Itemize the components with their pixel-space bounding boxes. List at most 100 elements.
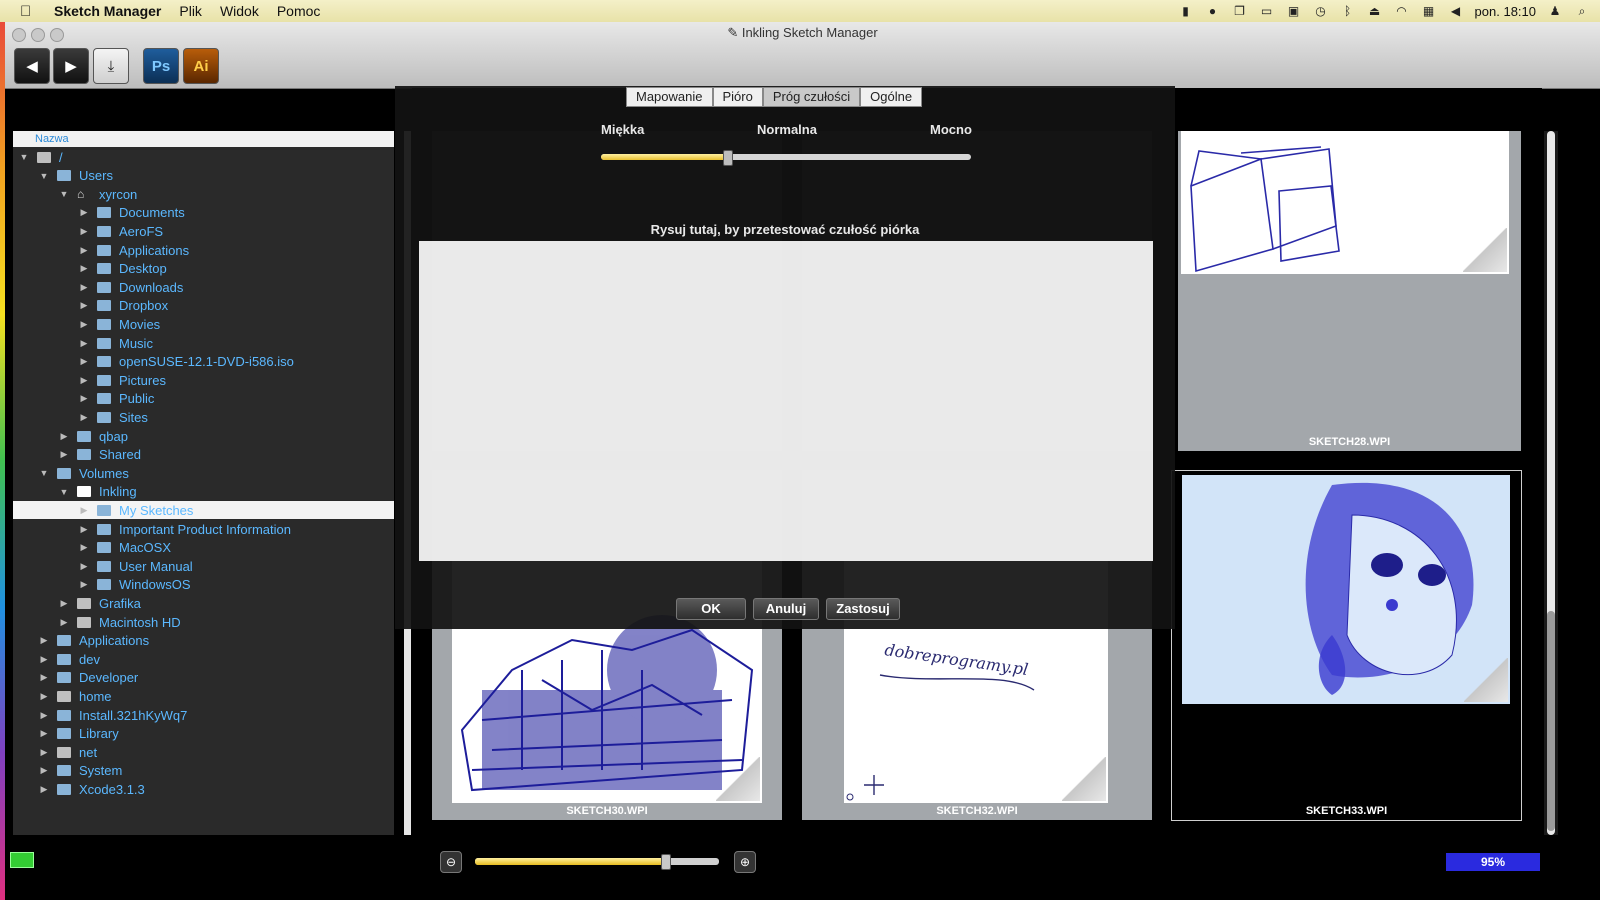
sidebar-item[interactable]: ▶ Movies <box>13 315 394 333</box>
sidebar-item[interactable]: ▶ Documents <box>13 204 394 222</box>
sidebar-item[interactable]: ▶ qbap <box>13 427 394 445</box>
windows-icon[interactable]: ❐ <box>1232 4 1248 18</box>
sensitivity-slider[interactable] <box>601 150 971 166</box>
disclosure-open-icon[interactable]: ▼ <box>39 171 49 181</box>
zoom-slider[interactable] <box>475 854 719 870</box>
disclosure-closed-icon[interactable]: ▶ <box>39 747 49 758</box>
photoshop-button[interactable]: Ps <box>143 48 179 84</box>
sidebar-item[interactable]: ▶ Music <box>13 334 394 352</box>
grid-scrollbar[interactable] <box>1544 131 1558 835</box>
disclosure-closed-icon[interactable]: ▶ <box>79 579 89 590</box>
disclosure-closed-icon[interactable]: ▶ <box>79 505 89 516</box>
disclosure-closed-icon[interactable]: ▶ <box>39 654 49 665</box>
sidebar-item[interactable]: ▶ Applications <box>13 632 394 650</box>
disclosure-closed-icon[interactable]: ▶ <box>59 431 69 442</box>
disclosure-closed-icon[interactable]: ▶ <box>79 245 89 256</box>
menu-pomoc[interactable]: Pomoc <box>277 3 321 19</box>
sidebar-item[interactable]: ▶ net <box>13 743 394 761</box>
tab-mapowanie[interactable]: Mapowanie <box>626 87 713 107</box>
folder-tree[interactable]: Nazwa ▼ / ▼ Users ▼ ⌂ xyrcon ▶ Documents ▶ AeroFS ▶… <box>13 131 394 835</box>
apply-button[interactable]: Zastosuj <box>826 598 900 620</box>
disclosure-closed-icon[interactable]: ▶ <box>79 226 89 237</box>
sidebar-item[interactable]: ▶ Developer <box>13 669 394 687</box>
zoom-out-icon[interactable]: ⊖ <box>440 851 462 873</box>
eject-icon[interactable]: ⏏ <box>1367 4 1383 18</box>
grid-scrollbar-knob[interactable] <box>1547 611 1555 831</box>
export-button[interactable]: ⤓ <box>93 48 129 84</box>
display-icon[interactable]: ▣ <box>1286 4 1302 18</box>
disclosure-closed-icon[interactable]: ▶ <box>79 338 89 349</box>
disclosure-closed-icon[interactable]: ▶ <box>79 524 89 535</box>
disclosure-closed-icon[interactable]: ▶ <box>79 542 89 553</box>
sidebar-item[interactable]: ▶ openSUSE-12.1-DVD-i586.iso <box>13 353 394 371</box>
disclosure-closed-icon[interactable]: ▶ <box>79 319 89 330</box>
disclosure-closed-icon[interactable]: ▶ <box>79 282 89 293</box>
sidebar-item[interactable]: ▶ Pictures <box>13 371 394 389</box>
apple-icon[interactable]:  <box>20 3 40 20</box>
menu-plik[interactable]: Plik <box>179 3 202 19</box>
sidebar-item[interactable]: ▶ dev <box>13 650 394 668</box>
disclosure-closed-icon[interactable]: ▶ <box>39 784 49 795</box>
sidebar-item[interactable]: ▶ Downloads <box>13 278 394 296</box>
tab-ogolne[interactable]: Ogólne <box>860 87 923 107</box>
sidebar-item[interactable]: ▶ User Manual <box>13 557 394 575</box>
sidebar-item[interactable]: ▶ Grafika <box>13 594 394 612</box>
disclosure-closed-icon[interactable]: ▶ <box>59 449 69 460</box>
menu-app-name[interactable]: Sketch Manager <box>54 3 161 19</box>
sidebar-item[interactable]: ▶ Desktop <box>13 260 394 278</box>
sidebar-item[interactable]: ▶ Install.321hKyWq7 <box>13 706 394 724</box>
disclosure-open-icon[interactable]: ▼ <box>39 468 49 478</box>
time-machine-icon[interactable]: ◷ <box>1313 4 1329 18</box>
disclosure-closed-icon[interactable]: ▶ <box>59 617 69 628</box>
sidebar-item[interactable]: ▼ / <box>13 148 394 166</box>
sidebar-item[interactable]: ▶ System <box>13 762 394 780</box>
disclosure-closed-icon[interactable]: ▶ <box>79 412 89 423</box>
tab-pioro[interactable]: Pióro <box>712 87 763 107</box>
tab-prog-czulosci[interactable]: Próg czułości <box>762 87 861 107</box>
sidebar-item[interactable]: ▶ WindowsOS <box>13 576 394 594</box>
disclosure-closed-icon[interactable]: ▶ <box>79 561 89 572</box>
disclosure-closed-icon[interactable]: ▶ <box>39 635 49 646</box>
zoom-in-icon[interactable]: ⊕ <box>734 851 756 873</box>
sketch28-thumbnail[interactable]: SKETCH28.WPI <box>1178 131 1521 451</box>
disclosure-closed-icon[interactable]: ▶ <box>39 728 49 739</box>
disclosure-closed-icon[interactable]: ▶ <box>79 263 89 274</box>
user-icon[interactable]: ♟ <box>1547 4 1563 18</box>
forward-button[interactable]: ▶ <box>53 48 89 84</box>
disclosure-closed-icon[interactable]: ▶ <box>39 765 49 776</box>
tree-header-name[interactable]: Nazwa <box>13 131 394 147</box>
sidebar-item[interactable]: ▶ Public <box>13 390 394 408</box>
sidebar-item[interactable]: ▶ home <box>13 687 394 705</box>
disclosure-closed-icon[interactable]: ▶ <box>79 356 89 367</box>
disclosure-closed-icon[interactable]: ▶ <box>59 598 69 609</box>
sidebar-item[interactable]: ▶ My Sketches <box>13 501 394 520</box>
sidebar-item[interactable]: ▶ Xcode3.1.3 <box>13 780 394 798</box>
sidebar-item[interactable]: ▼ Volumes <box>13 464 394 482</box>
disclosure-open-icon[interactable]: ▼ <box>59 487 69 497</box>
disclosure-open-icon[interactable]: ▼ <box>19 152 29 162</box>
sketch33-thumbnail[interactable]: SKETCH33.WPI <box>1171 470 1522 821</box>
screen-icon[interactable]: ▭ <box>1259 4 1275 18</box>
sidebar-item[interactable]: ▶ AeroFS <box>13 222 394 240</box>
back-button[interactable]: ◀ <box>14 48 50 84</box>
disclosure-closed-icon[interactable]: ▶ <box>79 375 89 386</box>
illustrator-button[interactable]: Ai <box>183 48 219 84</box>
sidebar-item[interactable]: ▼ Inkling <box>13 483 394 501</box>
bluetooth-icon[interactable]: ᛒ <box>1340 4 1356 18</box>
sidebar-item[interactable]: ▶ Shared <box>13 446 394 464</box>
volume-icon[interactable]: ◀ <box>1448 4 1464 18</box>
wifi-icon[interactable]: ◠ <box>1394 4 1410 18</box>
disclosure-closed-icon[interactable]: ▶ <box>79 393 89 404</box>
sidebar-item[interactable]: ▶ Sites <box>13 408 394 426</box>
menu-widok[interactable]: Widok <box>220 3 259 19</box>
spotlight-icon[interactable]: ⌕ <box>1574 4 1590 18</box>
sidebar-item[interactable]: ▶ Important Product Information <box>13 520 394 538</box>
disclosure-closed-icon[interactable]: ▶ <box>79 207 89 218</box>
pen-test-area[interactable] <box>419 241 1153 561</box>
zoom-slider-thumb[interactable] <box>661 854 672 870</box>
disclosure-closed-icon[interactable]: ▶ <box>39 672 49 683</box>
disclosure-closed-icon[interactable]: ▶ <box>79 300 89 311</box>
calendar-icon[interactable]: ▦ <box>1421 4 1437 18</box>
sidebar-item[interactable]: ▶ MacOSX <box>13 539 394 557</box>
sidebar-item[interactable]: ▶ Dropbox <box>13 297 394 315</box>
